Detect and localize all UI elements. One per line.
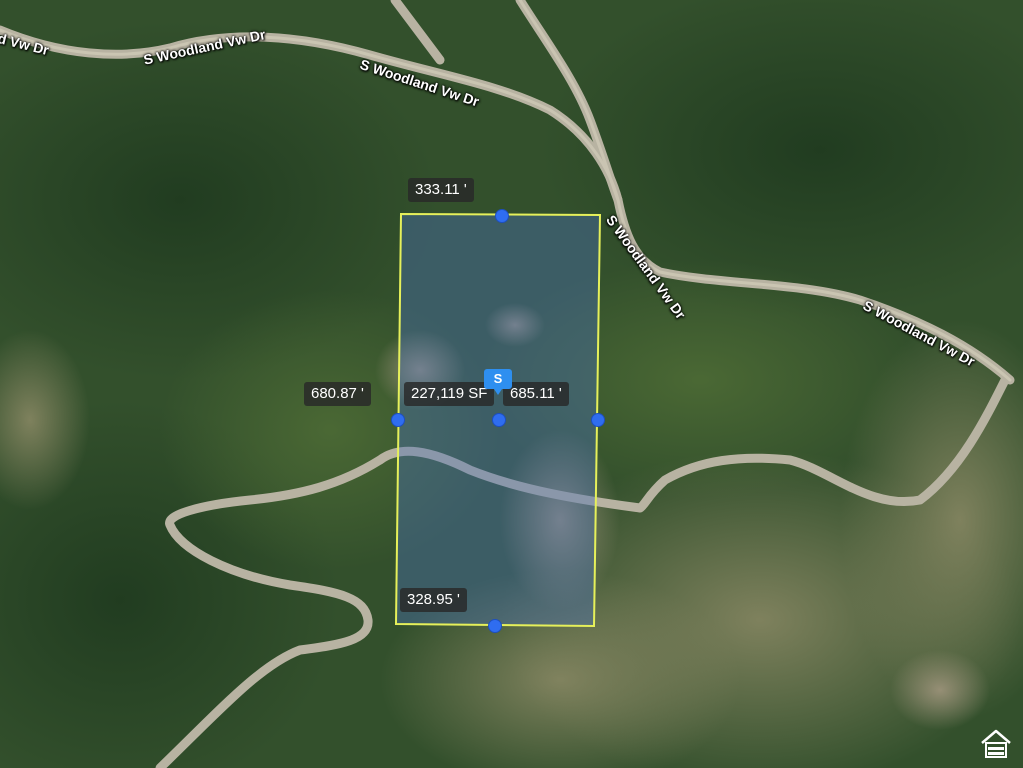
house-logo-icon bbox=[978, 726, 1014, 762]
parcel-handle-right[interactable] bbox=[591, 413, 605, 427]
parcel-handle-center[interactable] bbox=[492, 413, 506, 427]
parcel-right-dimension: 685.11 ' bbox=[503, 382, 569, 406]
satellite-map[interactable]: d Vw Dr S Woodland Vw Dr S Woodland Vw D… bbox=[0, 0, 1023, 768]
parcel-bottom-dimension: 328.95 ' bbox=[400, 588, 467, 612]
parcel-pin-icon[interactable]: S bbox=[484, 369, 512, 395]
parcel-handle-top[interactable] bbox=[495, 209, 509, 223]
parcel-top-dimension: 333.11 ' bbox=[408, 178, 474, 202]
parcel-handle-bottom[interactable] bbox=[488, 619, 502, 633]
parcel-left-dimension: 680.87 ' bbox=[304, 382, 371, 406]
parcel-area: 227,119 SF bbox=[404, 382, 495, 406]
parcel-handle-left[interactable] bbox=[391, 413, 405, 427]
